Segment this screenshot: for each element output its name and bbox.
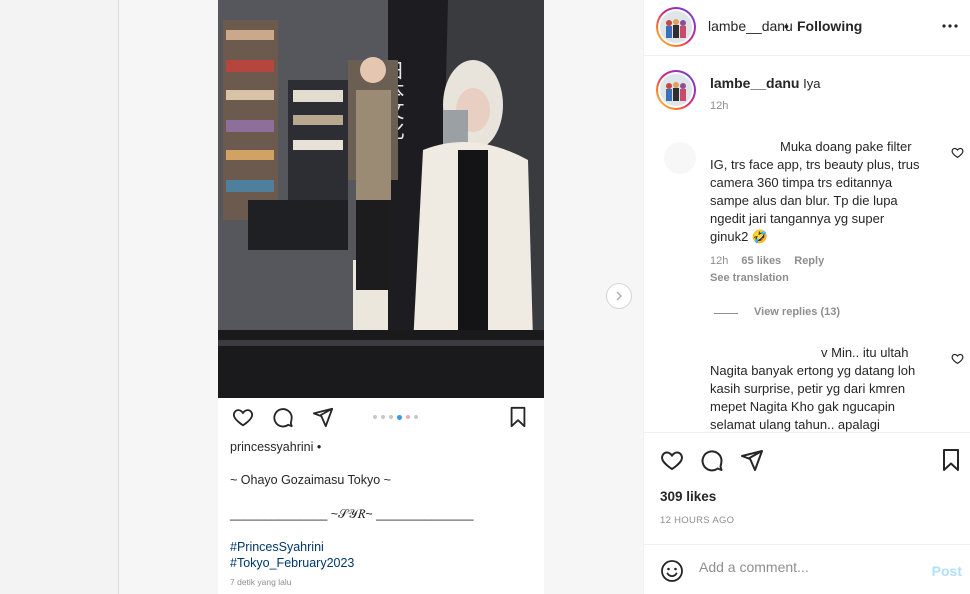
comment-meta: 12h 65 likes Reply bbox=[710, 255, 824, 267]
comment-text-line: camera 360 timpa trs editannya bbox=[710, 175, 893, 190]
share-icon[interactable] bbox=[312, 406, 334, 428]
like-comment-heart-icon[interactable] bbox=[951, 146, 964, 159]
chevron-right-icon bbox=[616, 291, 623, 301]
carousel-dot bbox=[406, 415, 410, 419]
comments-list: lambe__danu Iya 12h Muka doang pake filt… bbox=[644, 57, 970, 432]
post-photo[interactable]: 日本文化 bbox=[218, 0, 544, 398]
avatar-image bbox=[660, 11, 692, 43]
comment-text-line: v Min.. itu ultah bbox=[821, 345, 909, 360]
comment-text-line: ginuk2 🤣 bbox=[710, 229, 769, 244]
comment-input[interactable] bbox=[699, 559, 919, 575]
post-button[interactable]: Post bbox=[932, 563, 962, 579]
comment-time: 12h bbox=[710, 100, 729, 112]
caption-time: 7 detik yang lalu bbox=[230, 577, 292, 587]
photo-illustration: 日本文化 bbox=[218, 0, 544, 398]
hashtag-link[interactable]: #Tokyo_February2023 bbox=[230, 556, 354, 570]
add-comment-bar: Post bbox=[644, 544, 970, 594]
avatar[interactable] bbox=[656, 7, 696, 47]
embedded-post-actions bbox=[230, 406, 530, 432]
caption-header: princessyahrini • bbox=[230, 440, 321, 454]
comment-likes[interactable]: 65 likes bbox=[741, 255, 781, 267]
page-background bbox=[0, 0, 118, 594]
comment-text-line: selamat ulang tahun.. apalagi bbox=[710, 417, 880, 432]
more-options-icon[interactable] bbox=[941, 16, 959, 36]
comment-username[interactable]: lambe__danu bbox=[710, 75, 799, 91]
post-header: lambe__danu • Following bbox=[644, 0, 970, 56]
see-translation-button[interactable]: See translation bbox=[710, 272, 789, 284]
view-replies-button[interactable]: View replies (13) bbox=[754, 306, 840, 318]
post-actions: 309 likes 12 HOURS AGO bbox=[644, 432, 970, 544]
heart-icon[interactable] bbox=[660, 448, 684, 472]
carousel-dot bbox=[389, 415, 393, 419]
caption-line-2: ______________ ~𝒮𝒴𝑅~ ______________ bbox=[230, 507, 474, 521]
carousel-dot bbox=[414, 415, 418, 419]
media-area: 日本文化 bbox=[118, 0, 643, 594]
comment-text-line: Muka doang pake filter bbox=[780, 139, 912, 154]
comment-time: 12h bbox=[710, 255, 729, 267]
avatar[interactable] bbox=[664, 142, 696, 174]
hashtag-link[interactable]: #PrincesSyahrini bbox=[230, 540, 324, 554]
comment-icon[interactable] bbox=[272, 406, 294, 428]
embedded-post-card: 日本文化 bbox=[218, 0, 544, 594]
avatar-image bbox=[660, 74, 692, 106]
comment-text-line: mepet Nagita Kho gak ngucapin bbox=[710, 399, 896, 414]
bookmark-icon[interactable] bbox=[508, 406, 528, 428]
carousel-indicator bbox=[373, 414, 418, 420]
comment-1: lambe__danu Iya bbox=[710, 74, 820, 93]
carousel-dot-active bbox=[397, 414, 402, 420]
avatar[interactable] bbox=[656, 70, 696, 110]
caption-line-1: ~ Ohayo Gozaimasu Tokyo ~ bbox=[230, 473, 391, 487]
comment-text-line: sampe alus dan blur. Tp die lupa bbox=[710, 193, 898, 208]
replies-divider bbox=[714, 313, 738, 314]
header-separator: • bbox=[784, 18, 789, 34]
likes-count[interactable]: 309 likes bbox=[660, 489, 716, 504]
comment-text-line: ngedit jari tangannya yg super bbox=[710, 211, 885, 226]
comment-text-line: Nagita banyak ertong yg datang loh bbox=[710, 363, 916, 378]
comment-icon[interactable] bbox=[700, 448, 724, 472]
header-username[interactable]: lambe__danu bbox=[708, 18, 793, 34]
comment-text-line: kasih surprise, petir yg dari kmren bbox=[710, 381, 906, 396]
bookmark-icon[interactable] bbox=[941, 448, 961, 472]
share-icon[interactable] bbox=[740, 448, 764, 472]
emoji-icon[interactable] bbox=[660, 559, 684, 583]
post-sidebar: lambe__danu • Following lambe__danu Iya … bbox=[643, 0, 970, 594]
following-button[interactable]: Following bbox=[797, 18, 862, 34]
caption-username[interactable]: princessyahrini bbox=[230, 440, 313, 454]
reply-button[interactable]: Reply bbox=[794, 255, 824, 267]
heart-icon[interactable] bbox=[232, 406, 254, 428]
carousel-dot bbox=[381, 415, 385, 419]
like-comment-heart-icon[interactable] bbox=[951, 352, 964, 365]
post-timestamp: 12 HOURS AGO bbox=[660, 515, 735, 526]
next-slide-button[interactable] bbox=[606, 283, 632, 309]
carousel-dot bbox=[373, 415, 377, 419]
comment-text-line: IG, trs face app, trs beauty plus, trus bbox=[710, 157, 920, 172]
comment-text: Iya bbox=[803, 76, 821, 91]
caption-separator: • bbox=[316, 440, 322, 454]
